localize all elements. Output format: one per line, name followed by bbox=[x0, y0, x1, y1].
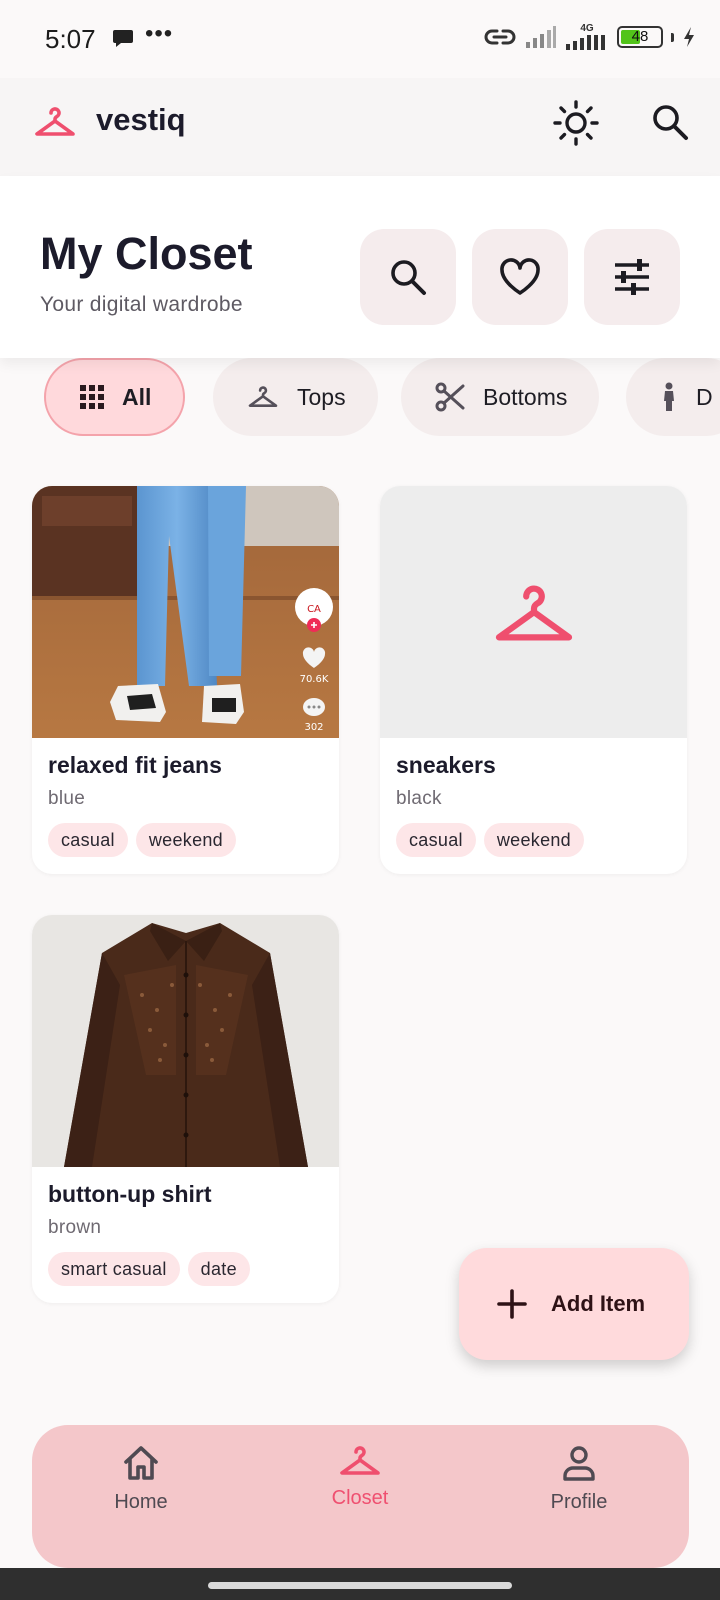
nav-label-closet: Closet bbox=[331, 1487, 389, 1509]
closet-header: My Closet Your digital wardrobe bbox=[0, 176, 720, 358]
network-type: 4G bbox=[580, 23, 594, 34]
tag-chip: casual bbox=[48, 823, 128, 857]
bottom-navigation: Home Closet Profile bbox=[32, 1425, 689, 1568]
closet-item-card[interactable]: button-up shirt brown smart casual date bbox=[32, 915, 339, 1303]
hanger-icon bbox=[495, 585, 573, 641]
chip-tops[interactable]: Tops bbox=[213, 358, 378, 436]
status-more-dots: ••• bbox=[145, 20, 174, 47]
item-tags: smart casual date bbox=[48, 1252, 250, 1286]
closet-item-card[interactable]: CA 70.6K 302 relaxed fit jeans blue casu… bbox=[32, 486, 339, 874]
tag-chip: casual bbox=[396, 823, 476, 857]
item-name: sneakers bbox=[396, 752, 496, 778]
heart-icon bbox=[500, 258, 540, 295]
nav-item-profile[interactable]: Profile bbox=[504, 1443, 654, 1514]
tune-icon bbox=[615, 259, 649, 295]
comments-count: 302 bbox=[304, 722, 323, 733]
charging-icon bbox=[682, 26, 696, 48]
favorites-button[interactable] bbox=[472, 229, 568, 325]
item-color: black bbox=[396, 788, 442, 809]
add-item-button[interactable]: Add Item bbox=[459, 1248, 689, 1360]
closet-search-button[interactable] bbox=[360, 229, 456, 325]
app-bar: vestiq bbox=[0, 78, 720, 176]
person-icon bbox=[664, 382, 674, 411]
closet-item-card[interactable]: sneakers black casual weekend bbox=[380, 486, 687, 874]
svg-text:CA: CA bbox=[307, 604, 321, 615]
chip-label: D bbox=[696, 383, 713, 410]
person-icon bbox=[563, 1446, 595, 1481]
nav-label-profile: Profile bbox=[550, 1491, 608, 1513]
add-item-label: Add Item bbox=[551, 1291, 646, 1316]
plus-icon bbox=[497, 1289, 527, 1319]
chip-dresses[interactable]: D bbox=[626, 358, 720, 436]
battery-nub bbox=[671, 32, 674, 42]
item-name: button-up shirt bbox=[48, 1181, 212, 1207]
nav-item-closet[interactable]: Closet bbox=[285, 1443, 435, 1510]
nav-item-home[interactable]: Home bbox=[66, 1443, 216, 1514]
chip-all[interactable]: All bbox=[44, 358, 186, 436]
page-title: My Closet bbox=[40, 228, 253, 279]
status-bar: 5:07 ••• 4G 48 bbox=[0, 0, 720, 78]
scissors-icon bbox=[435, 382, 465, 412]
appbar-search-button[interactable] bbox=[646, 98, 694, 146]
signal-icon bbox=[525, 25, 557, 49]
battery-percent: 48 bbox=[631, 28, 649, 45]
chip-label: Bottoms bbox=[483, 383, 568, 410]
item-photo: CA 70.6K 302 bbox=[32, 486, 339, 738]
item-color: blue bbox=[48, 788, 86, 809]
network-indicator: 4G bbox=[565, 24, 609, 50]
item-tags: casual weekend bbox=[48, 823, 236, 857]
chip-label: All bbox=[122, 383, 152, 410]
page-subtitle: Your digital wardrobe bbox=[40, 293, 243, 316]
home-icon bbox=[124, 1446, 158, 1480]
filter-settings-button[interactable] bbox=[584, 229, 680, 325]
search-icon bbox=[653, 105, 688, 140]
link-icon bbox=[483, 25, 517, 49]
system-gesture-bar bbox=[0, 1568, 720, 1600]
tag-chip: weekend bbox=[483, 823, 584, 857]
item-color: brown bbox=[48, 1217, 102, 1238]
sun-icon bbox=[553, 100, 599, 146]
search-icon bbox=[391, 260, 426, 295]
app-brand-name: vestiq bbox=[96, 102, 186, 137]
item-photo-placeholder bbox=[380, 486, 687, 738]
item-name: relaxed fit jeans bbox=[48, 752, 222, 778]
status-indicators: 4G 48 bbox=[483, 24, 696, 50]
tag-chip: weekend bbox=[135, 823, 236, 857]
gesture-handle[interactable] bbox=[208, 1582, 512, 1589]
grid-icon bbox=[80, 385, 104, 409]
battery-icon: 48 bbox=[617, 26, 663, 48]
likes-count: 70.6K bbox=[300, 674, 329, 685]
nav-label-home: Home bbox=[114, 1491, 168, 1513]
tag-chip: date bbox=[187, 1252, 250, 1286]
hanger-icon bbox=[33, 104, 77, 140]
theme-toggle-button[interactable] bbox=[550, 97, 602, 149]
hanger-icon bbox=[248, 386, 278, 407]
chip-label: Tops bbox=[297, 383, 346, 410]
category-filter-chips: All Tops Bottoms D bbox=[0, 358, 720, 438]
tag-chip: smart casual bbox=[48, 1252, 180, 1286]
item-tags: casual weekend bbox=[396, 823, 584, 857]
item-photo bbox=[32, 915, 339, 1167]
hanger-icon bbox=[340, 1446, 380, 1475]
chip-bottoms[interactable]: Bottoms bbox=[401, 358, 600, 436]
message-icon bbox=[112, 28, 134, 48]
status-time: 5:07 bbox=[45, 24, 96, 54]
